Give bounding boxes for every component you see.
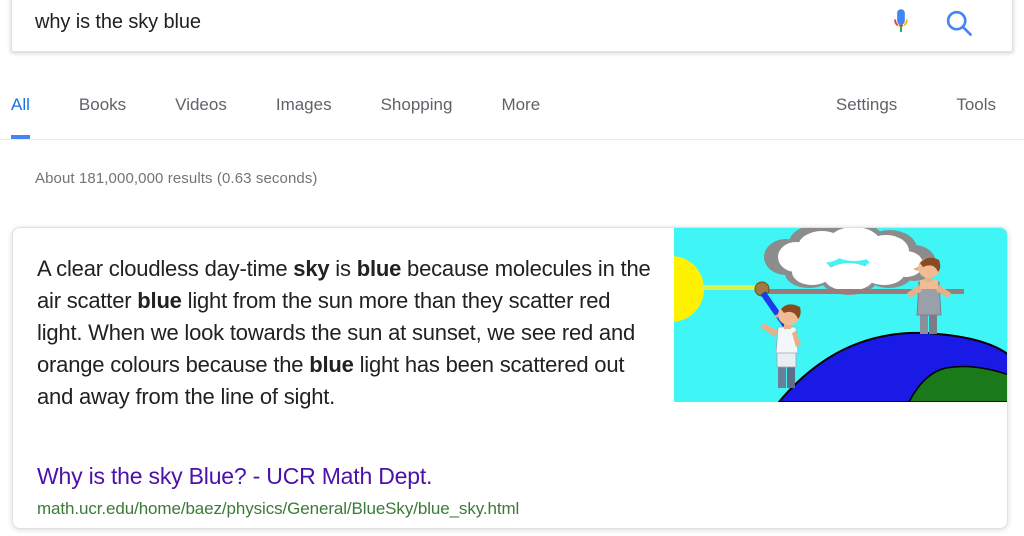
snippet-part-5: blue [137, 288, 182, 313]
tab-images[interactable]: Images [276, 88, 332, 138]
snippet-part-7: blue [309, 352, 354, 377]
tab-videos[interactable]: Videos [175, 88, 227, 138]
search-tabs-right: Settings Tools [777, 88, 996, 138]
snippet-part-1: sky [293, 256, 330, 281]
sky-scattering-diagram[interactable] [674, 228, 1007, 402]
snippet-part-3: blue [356, 256, 402, 281]
tab-more[interactable]: More [501, 88, 540, 138]
tab-shopping[interactable]: Shopping [381, 88, 453, 138]
featured-snippet-text: A clear cloudless day-time sky is blue b… [37, 253, 657, 413]
result-url[interactable]: math.ucr.edu/home/baez/physics/General/B… [37, 496, 519, 522]
result-stats: About 181,000,000 results (0.63 seconds) [35, 170, 318, 187]
search-input[interactable] [35, 11, 888, 34]
result-link-block: Why is the sky Blue? - UCR Math Dept. ma… [37, 461, 519, 522]
snippet-part-0: A clear cloudless day-time [37, 256, 294, 281]
result-title-link[interactable]: Why is the sky Blue? - UCR Math Dept. [37, 461, 519, 491]
settings-button[interactable]: Settings [836, 88, 897, 138]
search-tabs-bar: All Books Videos Images Shopping More Se… [0, 88, 1024, 140]
tab-all[interactable]: All [11, 88, 30, 139]
tab-books[interactable]: Books [79, 88, 126, 138]
microphone-icon[interactable] [888, 6, 914, 40]
tools-button[interactable]: Tools [956, 88, 996, 138]
featured-snippet-card: A clear cloudless day-time sky is blue b… [12, 227, 1008, 529]
search-bar [11, 0, 1013, 52]
search-bar-icons [888, 6, 974, 40]
snippet-part-2: is [329, 256, 357, 281]
search-icon[interactable] [944, 8, 974, 38]
search-tabs-left: All Books Videos Images Shopping More [11, 88, 589, 139]
